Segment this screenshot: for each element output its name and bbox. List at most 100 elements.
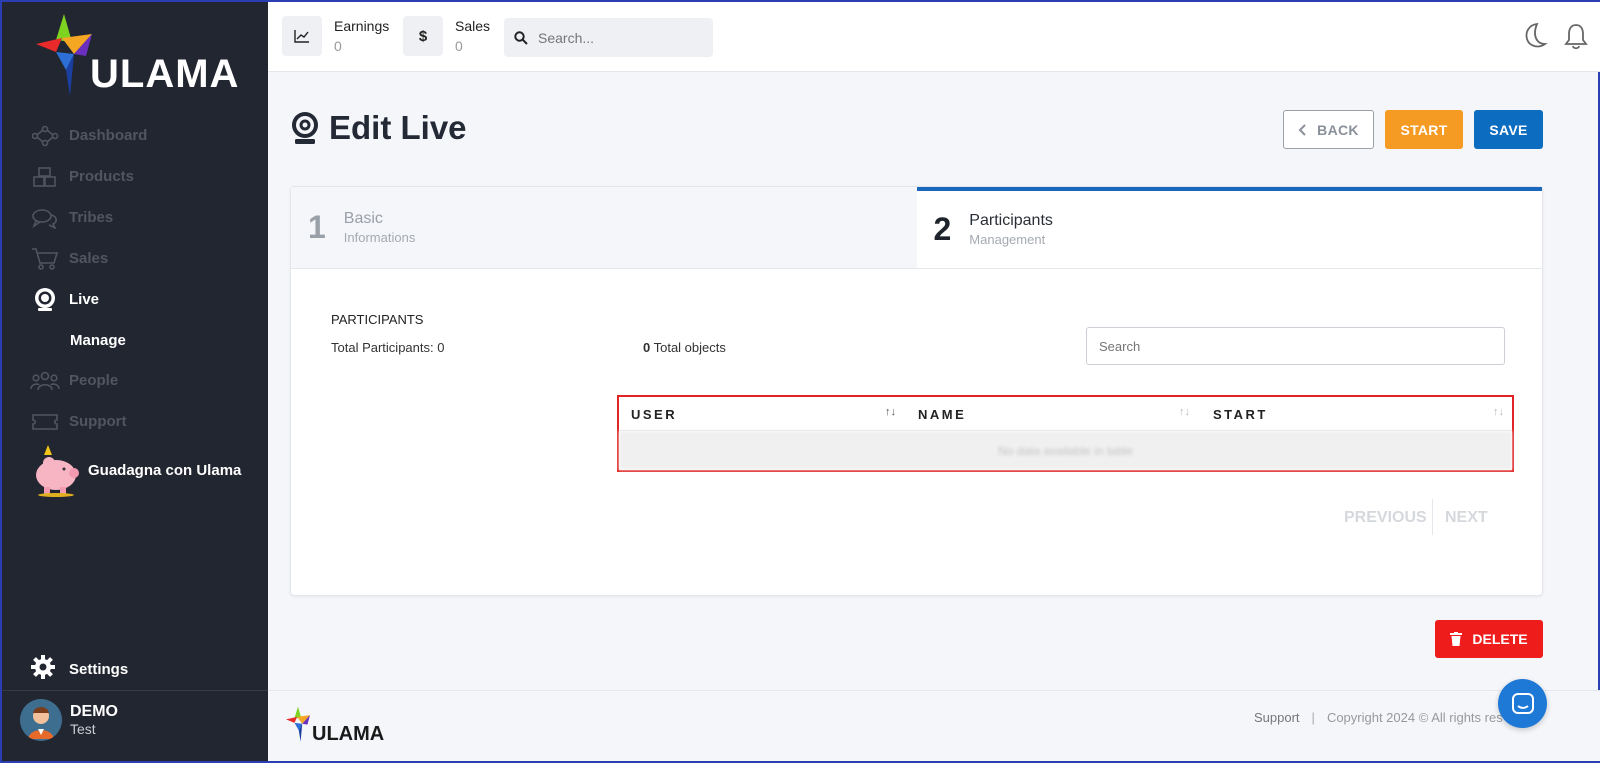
footer-links: Support | Copyright 2024 © All rights re… [1254, 710, 1503, 725]
participants-heading: PARTICIPANTS [331, 312, 424, 327]
sales-value: 0 [455, 38, 463, 54]
promo-label: Guadagna con Ulama [88, 461, 242, 479]
column-header-user[interactable]: USER [631, 397, 677, 431]
support-link[interactable]: Support [1254, 710, 1300, 725]
sidebar-item-label: Live [69, 291, 100, 308]
footer: ULAMA Support | Copyright 2024 © All rig… [268, 690, 1600, 761]
sidebar-item-sales[interactable]: Sales [2, 238, 268, 279]
column-label: START [1213, 406, 1268, 422]
boxes-icon [30, 165, 60, 189]
sales-label: Sales [455, 18, 491, 34]
back-label: BACK [1317, 121, 1359, 138]
chat-launcher-button[interactable] [1498, 679, 1547, 728]
sales-stat[interactable]: $ Sales 0 [403, 16, 490, 56]
people-icon [30, 369, 60, 393]
user-profile[interactable]: DEMO Test [20, 699, 118, 741]
footer-logo[interactable]: ULAMA [286, 699, 386, 749]
earnings-stat[interactable]: Earnings 0 [282, 16, 389, 56]
sidebar-divider [2, 690, 268, 691]
sidebar-item-products[interactable]: Products [2, 156, 268, 197]
table-header: USER ↑↓ NAME ↑↓ START ↑↓ [619, 397, 1512, 431]
webcam-icon [289, 110, 321, 146]
earnings-label: Earnings [334, 18, 390, 34]
sidebar-promo-earn[interactable]: Guadagna con Ulama [2, 442, 268, 498]
column-header-name[interactable]: NAME [918, 397, 966, 431]
top-search[interactable] [504, 18, 713, 57]
earnings-value: 0 [334, 38, 342, 54]
total-participants: Total Participants: 0 [331, 340, 445, 355]
sidebar-item-label: People [69, 372, 119, 389]
sort-desc-icon[interactable]: ↑↓ [885, 406, 896, 418]
settings-label: Settings [69, 660, 129, 678]
step-basic[interactable]: 1 Basic Informations [291, 187, 917, 268]
gear-icon [30, 654, 60, 684]
save-button[interactable]: SAVE [1474, 110, 1543, 149]
sidebar-item-label: Dashboard [69, 127, 148, 144]
table-search[interactable] [1086, 327, 1505, 365]
chat-bubbles-icon [30, 206, 60, 230]
sidebar-item-label: Support [69, 413, 127, 430]
sidebar-item-support[interactable]: Support [2, 401, 268, 442]
chart-line-icon [282, 16, 322, 56]
cart-icon [30, 247, 60, 271]
column-label: NAME [918, 406, 967, 422]
page-title-text: Edit Live [329, 109, 467, 146]
search-icon [504, 30, 538, 45]
delete-button[interactable]: DELETE [1435, 620, 1543, 658]
table-search-input[interactable] [1099, 338, 1504, 354]
delete-label: DELETE [1472, 631, 1528, 647]
step-subtitle: Informations [343, 229, 416, 245]
network-icon [30, 124, 60, 148]
sidebar-item-tribes[interactable]: Tribes [2, 197, 268, 238]
user-subtitle: Test [70, 721, 96, 737]
top-bar: Earnings 0 $ Sales 0 [268, 2, 1600, 72]
empty-table-row: No data available in table [619, 431, 1512, 470]
sidebar: ULAMA Dashboard Products Tribes Sales Li… [2, 2, 268, 761]
sidebar-item-dashboard[interactable]: Dashboard [2, 115, 268, 156]
step-title: Basic [343, 209, 383, 227]
step-participants[interactable]: 2 Participants Management [916, 187, 1542, 268]
trash-icon [1450, 632, 1463, 646]
sidebar-item-live[interactable]: Live [2, 279, 268, 320]
ticket-icon [30, 410, 60, 434]
top-search-input[interactable] [538, 29, 698, 46]
chat-icon [1511, 692, 1534, 714]
moon-icon[interactable] [1522, 22, 1548, 55]
piggy-bank-icon [30, 443, 82, 497]
brand-name: ULAMA [90, 52, 240, 96]
sidebar-nav: Dashboard Products Tribes Sales Live Man… [2, 115, 268, 498]
wizard-steps: 1 Basic Informations 2 Participants Mana… [291, 187, 1542, 269]
step-number: 2 [933, 211, 952, 247]
total-objects-label: Total objects [650, 340, 726, 355]
back-button[interactable]: BACK [1283, 110, 1374, 149]
footer-brand-name: ULAMA [312, 723, 385, 745]
next-button[interactable]: NEXT [1445, 509, 1488, 527]
bell-icon[interactable] [1564, 22, 1588, 55]
wizard-card: 1 Basic Informations 2 Participants Mana… [290, 186, 1543, 596]
step-subtitle: Management [969, 231, 1046, 247]
chevron-left-icon [1298, 123, 1306, 136]
webcam-icon [30, 287, 60, 312]
top-right-actions [1522, 22, 1588, 55]
sidebar-item-label: Products [69, 168, 135, 185]
previous-button[interactable]: PREVIOUS [1344, 509, 1427, 527]
participants-table: USER ↑↓ NAME ↑↓ START ↑↓ No data availab… [617, 395, 1514, 472]
pager-divider [1432, 499, 1433, 535]
sidebar-subitem-manage[interactable]: Manage [2, 320, 268, 360]
sidebar-item-people[interactable]: People [2, 360, 268, 401]
start-button[interactable]: START [1385, 110, 1463, 149]
sidebar-item-label: Tribes [69, 209, 114, 226]
column-header-start[interactable]: START [1213, 397, 1268, 431]
sort-icon[interactable]: ↑↓ [1179, 406, 1190, 418]
sort-icon[interactable]: ↑↓ [1493, 406, 1504, 418]
footer-separator: | [1311, 710, 1315, 725]
page-title: Edit Live [289, 109, 467, 147]
dollar-icon: $ [403, 16, 443, 56]
step-title: Participants [969, 211, 1053, 229]
column-label: USER [631, 406, 678, 422]
ulama-logo[interactable]: ULAMA [36, 12, 240, 102]
copyright-text: Copyright 2024 © All rights res [1326, 710, 1503, 725]
sidebar-item-settings[interactable]: Settings [30, 654, 128, 684]
avatar [20, 699, 62, 741]
total-objects: 0 Total objects [643, 340, 726, 355]
